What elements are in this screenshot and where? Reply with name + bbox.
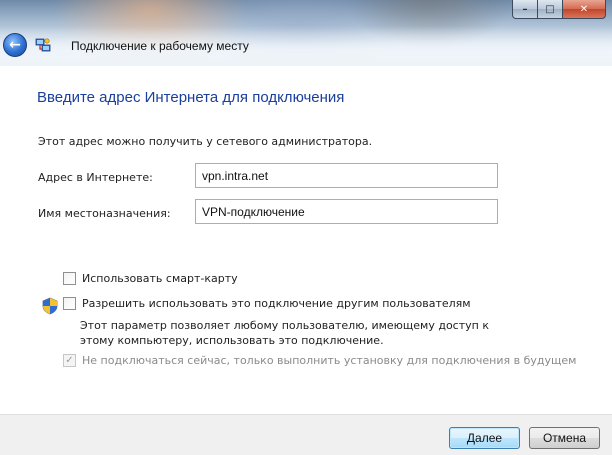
window-title: Подключение к рабочему месту [71,39,249,53]
next-button[interactable]: Далее [449,427,520,449]
wizard-footer: Далее Отмена [0,414,612,455]
allow-others-option[interactable]: Разрешить использовать это подключение д… [63,297,471,310]
maximize-icon: □ [545,3,555,15]
connect-later-checkbox: ✓ [63,354,76,367]
address-label: Адрес в Интернете: [38,171,153,184]
smart-card-checkbox[interactable] [63,272,76,285]
close-icon: ✕ [579,3,589,15]
uac-shield-icon [42,297,58,315]
back-button[interactable]: ← [3,33,27,57]
maximize-button[interactable]: □ [538,0,563,19]
page-heading: Введите адрес Интернета для подключения [37,89,345,106]
address-input[interactable] [195,163,498,188]
network-connection-icon [35,38,51,52]
allow-others-checkbox[interactable] [63,297,76,310]
back-arrow-icon: ← [9,37,21,53]
connect-later-label: Не подключаться сейчас, только выполнить… [82,354,577,367]
minimize-button[interactable]: – [512,0,538,19]
smart-card-option[interactable]: Использовать смарт-карту [63,272,238,285]
minimize-icon: – [522,3,528,15]
allow-others-label: Разрешить использовать это подключение д… [82,297,471,310]
destination-label: Имя местоназначения: [38,207,171,220]
connect-later-option: ✓ Не подключаться сейчас, только выполни… [63,354,576,367]
smart-card-label: Использовать смарт-карту [82,272,238,285]
cancel-button[interactable]: Отмена [529,427,600,449]
window-controls: – □ ✕ [512,0,606,19]
destination-input[interactable] [195,199,498,224]
page-description: Этот адрес можно получить у сетевого адм… [38,135,373,148]
close-button[interactable]: ✕ [563,0,606,19]
allow-others-note: Этот параметр позволяет любому пользоват… [80,319,489,347]
wizard-content: Введите адрес Интернета для подключения … [0,66,612,414]
